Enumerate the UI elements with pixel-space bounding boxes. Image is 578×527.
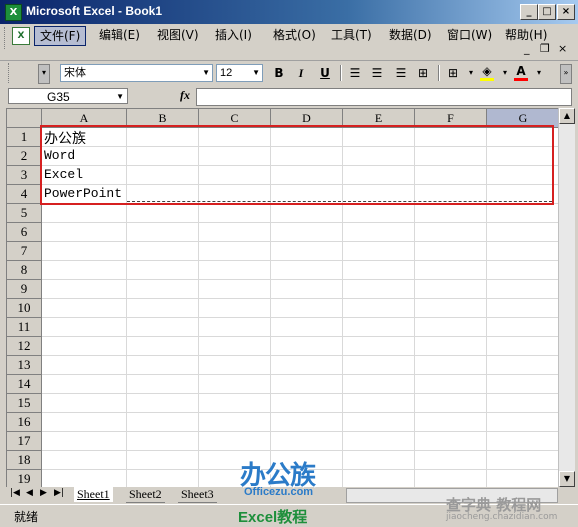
font-color-icon[interactable]: A (512, 65, 530, 81)
watermark-corner-url: jiaocheng.chazidian.com (446, 512, 558, 522)
row-header-11[interactable]: 11 (7, 318, 42, 337)
row-header-10[interactable]: 10 (7, 299, 42, 318)
underline-button[interactable]: U (316, 65, 334, 81)
fill-color-icon[interactable]: ◈ (478, 65, 496, 81)
gridline (42, 393, 559, 394)
formatting-toolbar: ▾ 宋体 ▼ 12 ▼ B I U ☰ ☰ ☰ ⊞ ⊞ ▾ ◈ ▾ A ▾ » (0, 61, 578, 85)
scroll-up-icon[interactable]: ▲ (559, 108, 575, 124)
row-header-7[interactable]: 7 (7, 242, 42, 261)
formula-bar: G35 ▼ fx (0, 86, 578, 106)
window-title: Microsoft Excel - Book1 (26, 4, 163, 18)
menu-view[interactable]: 视图(V) (152, 26, 204, 44)
menu-bar: X 文件(F) 编辑(E) 视图(V) 插入(I) 格式(O) 工具(T) 数据… (0, 24, 578, 61)
select-all-corner[interactable] (7, 109, 42, 128)
row-header-3[interactable]: 3 (7, 166, 42, 185)
borders-icon[interactable]: ⊞ (444, 65, 462, 81)
tab-sheet3[interactable]: Sheet3 (178, 487, 217, 503)
row-header-16[interactable]: 16 (7, 413, 42, 432)
excel-app-icon[interactable]: X (5, 4, 22, 21)
prev-sheet-icon[interactable]: ◀ (26, 488, 33, 498)
doc-close-button[interactable]: × (558, 42, 567, 55)
align-right-icon[interactable]: ☰ (392, 65, 410, 81)
row-header-8[interactable]: 8 (7, 261, 42, 280)
font-size-value: 12 (220, 67, 233, 79)
gridline (42, 412, 559, 413)
row-header-5[interactable]: 5 (7, 204, 42, 223)
gridline (42, 222, 559, 223)
row-header-12[interactable]: 12 (7, 337, 42, 356)
toolbar-separator (340, 65, 342, 81)
row-header-1[interactable]: 1 (7, 128, 42, 147)
menu-edit[interactable]: 编辑(E) (94, 26, 145, 44)
merge-center-icon[interactable]: ⊞ (414, 65, 432, 81)
menu-file[interactable]: 文件(F) (34, 26, 87, 46)
chevron-down-icon: ▼ (252, 68, 260, 77)
toolbar-options-button[interactable]: ▾ (38, 64, 50, 84)
name-box[interactable]: G35 ▼ (8, 88, 128, 104)
row-header-18[interactable]: 18 (7, 451, 42, 470)
gridline (42, 260, 559, 261)
formula-input[interactable] (196, 88, 572, 106)
gridline (42, 450, 559, 451)
document-icon[interactable]: X (12, 27, 30, 45)
toolbar-separator (438, 65, 440, 81)
title-bar: X Microsoft Excel - Book1 _ □ × (0, 0, 578, 24)
name-box-value: G35 (47, 90, 70, 104)
highlight-annotation-box (40, 125, 554, 205)
gridline (42, 336, 559, 337)
row-header-9[interactable]: 9 (7, 280, 42, 299)
menu-data[interactable]: 数据(D) (384, 26, 437, 44)
align-center-icon[interactable]: ☰ (368, 65, 386, 81)
toolbar-overflow-button[interactable]: » (560, 64, 572, 84)
row-header-2[interactable]: 2 (7, 147, 42, 166)
fx-icon[interactable]: fx (180, 88, 190, 103)
tab-sheet2[interactable]: Sheet2 (126, 487, 165, 503)
last-sheet-icon[interactable]: ▶| (54, 488, 64, 498)
row-header-17[interactable]: 17 (7, 432, 42, 451)
scroll-down-icon[interactable]: ▼ (559, 471, 575, 487)
row-header-14[interactable]: 14 (7, 375, 42, 394)
watermark-url: Officezu.com (244, 486, 314, 498)
font-size-select[interactable]: 12 ▼ (216, 64, 263, 82)
row-header-6[interactable]: 6 (7, 223, 42, 242)
gridline (42, 355, 559, 356)
status-text: 就绪 (14, 510, 39, 524)
toolbar-handle[interactable] (8, 63, 12, 83)
first-sheet-icon[interactable]: |◀ (10, 488, 20, 498)
gridline (42, 241, 559, 242)
menu-grip[interactable] (4, 27, 8, 49)
gridline (42, 431, 559, 432)
row-header-4[interactable]: 4 (7, 185, 42, 204)
bold-button[interactable]: B (270, 65, 288, 81)
doc-minimize-button[interactable]: _ (524, 42, 530, 55)
menu-format[interactable]: 格式(O) (268, 26, 321, 44)
italic-button[interactable]: I (292, 65, 310, 81)
row-header-13[interactable]: 13 (7, 356, 42, 375)
next-sheet-icon[interactable]: ▶ (40, 488, 47, 498)
gridline (42, 374, 559, 375)
menu-tools[interactable]: 工具(T) (326, 26, 377, 44)
close-button[interactable]: × (557, 4, 575, 20)
doc-restore-button[interactable]: ❐ (540, 42, 550, 55)
font-color-dropdown-icon[interactable]: ▾ (530, 65, 548, 81)
vertical-scrollbar[interactable]: ▲ ▼ (558, 108, 575, 487)
row-header-15[interactable]: 15 (7, 394, 42, 413)
chevron-down-icon: ▼ (202, 68, 210, 77)
menu-window[interactable]: 窗口(W) (442, 26, 497, 44)
menu-insert[interactable]: 插入(I) (210, 26, 257, 44)
maximize-button[interactable]: □ (538, 4, 556, 20)
font-name-select[interactable]: 宋体 ▼ (60, 64, 213, 82)
minimize-button[interactable]: _ (520, 4, 538, 20)
font-name-value: 宋体 (64, 67, 86, 79)
align-left-icon[interactable]: ☰ (346, 65, 364, 81)
chevron-down-icon: ▼ (116, 92, 124, 101)
gridline (42, 298, 559, 299)
watermark-caption: Excel教程 (238, 509, 308, 526)
tab-sheet1[interactable]: Sheet1 (74, 487, 113, 502)
worksheet-grid[interactable]: A B C D E F G 1 2 3 4 5 6 7 8 9 10 11 12… (6, 108, 560, 489)
gridline (42, 317, 559, 318)
gridline (42, 279, 559, 280)
